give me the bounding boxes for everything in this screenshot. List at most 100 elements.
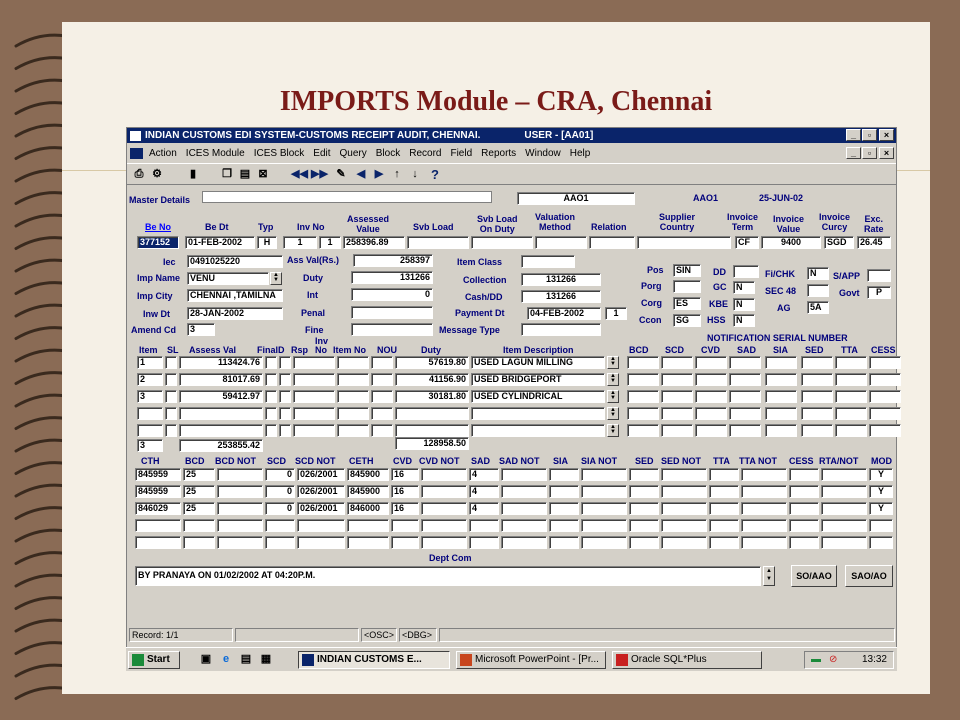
- task-indian-customs[interactable]: INDIAN CUSTOMS E...: [298, 651, 450, 669]
- notification-cell[interactable]: [729, 424, 761, 437]
- ie-icon[interactable]: e: [218, 652, 234, 667]
- notification-cell[interactable]: [695, 424, 727, 437]
- pos-field[interactable]: SIN: [673, 264, 701, 277]
- scd-cell[interactable]: [265, 519, 295, 532]
- finald-cell[interactable]: [265, 373, 277, 386]
- imp-city-field[interactable]: CHENNAI ,TAMILNA: [187, 289, 283, 302]
- assess-val-cell[interactable]: 113424.76: [179, 356, 263, 369]
- penal-field[interactable]: [351, 306, 433, 319]
- tariff-blank-cell[interactable]: [581, 519, 627, 532]
- sad-cell[interactable]: [469, 536, 499, 549]
- nou-cell[interactable]: [371, 424, 393, 437]
- rsp-cell[interactable]: [279, 424, 291, 437]
- scd-cell[interactable]: [265, 536, 295, 549]
- tariff-blank-cell[interactable]: [789, 468, 819, 481]
- govt-field[interactable]: P: [867, 286, 891, 299]
- tariff-blank-cell[interactable]: [549, 485, 579, 498]
- tariff-blank-cell[interactable]: [629, 468, 659, 481]
- porg-field[interactable]: [673, 280, 701, 293]
- invoice-curcy-field[interactable]: SGD: [824, 236, 854, 249]
- description-scroll-icon[interactable]: ▲ ▼: [607, 390, 619, 403]
- finald-cell[interactable]: [265, 424, 277, 437]
- notification-cell[interactable]: [729, 356, 761, 369]
- valuation-method-field[interactable]: [535, 236, 587, 249]
- notification-cell[interactable]: [627, 356, 659, 369]
- tariff-blank-cell[interactable]: [741, 502, 787, 515]
- tariff-blank-cell[interactable]: [661, 519, 707, 532]
- item-no-cell[interactable]: [337, 407, 369, 420]
- imp-name-spin-icon[interactable]: ▲ ▼: [270, 272, 282, 285]
- assess-val-cell[interactable]: [179, 424, 263, 437]
- invoice-value-field[interactable]: 9400: [761, 236, 821, 249]
- cash-dd-field[interactable]: 131266: [521, 290, 601, 303]
- tariff-blank-cell[interactable]: [741, 536, 787, 549]
- tariff-blank-cell[interactable]: [421, 468, 467, 481]
- tariff-blank-cell[interactable]: [629, 519, 659, 532]
- tariff-blank-cell[interactable]: [501, 519, 547, 532]
- tariff-blank-cell[interactable]: [821, 468, 867, 481]
- item-no-cell[interactable]: [337, 424, 369, 437]
- assess-val-cell[interactable]: 81017.69: [179, 373, 263, 386]
- ceth-cell[interactable]: 845900: [347, 468, 389, 481]
- tariff-blank-cell[interactable]: [661, 536, 707, 549]
- collection-field[interactable]: 131266: [521, 273, 601, 286]
- notification-cell[interactable]: [765, 390, 797, 403]
- tariff-blank-cell[interactable]: [501, 502, 547, 515]
- menu-field[interactable]: Field: [450, 148, 472, 159]
- scd-cell[interactable]: 0: [265, 502, 295, 515]
- exit-icon[interactable]: ▮: [185, 167, 201, 182]
- tariff-blank-cell[interactable]: [581, 502, 627, 515]
- corg-field[interactable]: ES: [673, 297, 701, 310]
- minimize-icon[interactable]: _: [846, 129, 861, 141]
- notification-cell[interactable]: [627, 373, 659, 386]
- inv-no-field[interactable]: 1: [283, 236, 317, 249]
- tariff-blank-cell[interactable]: [421, 536, 467, 549]
- notification-cell[interactable]: [661, 407, 693, 420]
- inv-no-cell[interactable]: [293, 356, 335, 369]
- tariff-blank-cell[interactable]: [709, 485, 739, 498]
- start-button[interactable]: Start: [128, 651, 180, 669]
- print-setup-icon[interactable]: ⚙: [149, 167, 165, 182]
- finald-cell[interactable]: [265, 356, 277, 369]
- inw-dt-field[interactable]: 28-JAN-2002: [187, 307, 283, 320]
- cvd-cell[interactable]: 16: [391, 468, 419, 481]
- mod-cell[interactable]: [869, 536, 893, 549]
- payment-dt-field[interactable]: 04-FEB-2002: [527, 307, 601, 320]
- up-arrow-icon[interactable]: ↑: [389, 167, 405, 182]
- cvd-cell[interactable]: 16: [391, 485, 419, 498]
- notification-cell[interactable]: [835, 424, 867, 437]
- notification-cell[interactable]: [765, 356, 797, 369]
- item-no-cell[interactable]: [337, 390, 369, 403]
- bcd-cell[interactable]: [183, 536, 215, 549]
- tray-volume-icon[interactable]: ⊘: [829, 652, 837, 668]
- supplier-country-field[interactable]: [637, 236, 731, 249]
- copy-icon[interactable]: ❐: [219, 167, 235, 182]
- notification-cell[interactable]: [835, 407, 867, 420]
- sad-cell[interactable]: 4: [469, 502, 499, 515]
- next-record-icon[interactable]: ▶: [371, 167, 387, 182]
- nou-cell[interactable]: [371, 407, 393, 420]
- fine-field[interactable]: [351, 323, 433, 336]
- tariff-blank-cell[interactable]: [741, 485, 787, 498]
- close-icon[interactable]: ×: [879, 129, 894, 141]
- menu-window[interactable]: Window: [525, 148, 561, 159]
- invoice-term-field[interactable]: CF: [735, 236, 759, 249]
- tariff-blank-cell[interactable]: [741, 519, 787, 532]
- notification-cell[interactable]: [695, 373, 727, 386]
- quicklaunch-icon-3[interactable]: ▤: [238, 652, 254, 667]
- ass-val-field[interactable]: 258397: [353, 254, 433, 267]
- notification-cell[interactable]: [661, 373, 693, 386]
- typ-field[interactable]: H: [257, 236, 277, 249]
- notification-cell[interactable]: [801, 390, 833, 403]
- menu-reports[interactable]: Reports: [481, 148, 516, 159]
- sl-cell[interactable]: [165, 373, 177, 386]
- tariff-blank-cell[interactable]: [709, 502, 739, 515]
- inv-no-cell[interactable]: [293, 424, 335, 437]
- tariff-blank-cell[interactable]: [549, 502, 579, 515]
- child-close-icon[interactable]: ×: [879, 147, 894, 159]
- duty-cell[interactable]: 41156.90: [395, 373, 469, 386]
- tariff-blank-cell[interactable]: [549, 519, 579, 532]
- dd-field[interactable]: [733, 265, 759, 278]
- sec48-field[interactable]: [807, 284, 829, 297]
- notification-cell[interactable]: [869, 373, 901, 386]
